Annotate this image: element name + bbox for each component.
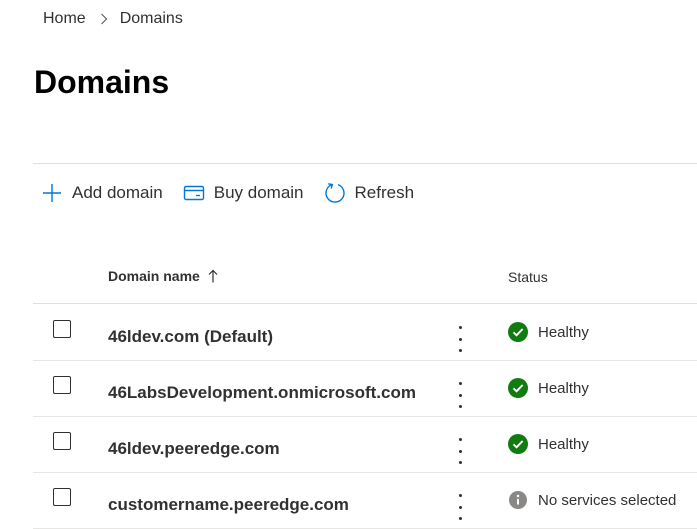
sort-ascending-icon [208,269,218,283]
check-circle-icon [508,322,528,342]
refresh-button[interactable]: Refresh [324,182,415,204]
refresh-icon [324,182,346,204]
chevron-right-icon [100,13,108,25]
status-cell: Healthy [508,322,589,342]
more-options-icon[interactable] [453,382,467,408]
status-text: Healthy [538,379,589,397]
status-cell: Healthy [508,434,589,454]
row-checkbox[interactable] [53,320,71,338]
domain-name-link[interactable]: 46LabsDevelopment.onmicrosoft.com [108,383,416,403]
domain-name-link[interactable]: 46ldev.peeredge.com [108,439,280,459]
refresh-label: Refresh [354,183,415,202]
info-circle-icon [508,490,528,510]
column-header-status[interactable]: Status [508,269,548,285]
credit-card-icon [183,182,205,204]
row-checkbox[interactable] [53,432,71,450]
table-row[interactable]: 46ldev.peeredge.com Healthy [33,416,697,473]
toolbar-divider [33,163,697,164]
add-domain-button[interactable]: Add domain [41,182,163,204]
status-cell: No services selected [508,490,676,510]
breadcrumb: Home Domains [43,9,183,29]
domain-name-link[interactable]: customername.peeredge.com [108,495,349,515]
command-bar: Add domain Buy domain Refresh [41,178,434,208]
table-header: Domain name Status [33,256,697,304]
check-circle-icon [508,434,528,454]
status-text: Healthy [538,323,589,341]
domain-name-link[interactable]: 46ldev.com (Default) [108,327,273,347]
column-header-domain-name-label: Domain name [108,268,200,284]
breadcrumb-current: Domains [119,10,183,27]
more-options-icon[interactable] [453,494,467,520]
breadcrumb-home-link[interactable]: Home [43,10,86,28]
more-options-icon[interactable] [453,326,467,352]
buy-domain-button[interactable]: Buy domain [183,182,304,204]
table-row[interactable]: 46LabsDevelopment.onmicrosoft.com Health… [33,360,697,417]
table-row[interactable]: 46ldev.com (Default) Healthy [33,304,697,361]
row-checkbox[interactable] [53,488,71,506]
column-header-domain-name[interactable]: Domain name [108,268,218,284]
page-title: Domains [34,64,170,100]
table-row[interactable]: customername.peeredge.com No services se… [33,472,697,529]
row-checkbox[interactable] [53,376,71,394]
add-domain-label: Add domain [72,183,163,202]
buy-domain-label: Buy domain [213,183,304,202]
check-circle-icon [508,378,528,398]
status-cell: Healthy [508,378,589,398]
more-options-icon[interactable] [453,438,467,464]
status-text: Healthy [538,435,589,453]
plus-icon [41,182,63,204]
status-text: No services selected [538,491,677,509]
